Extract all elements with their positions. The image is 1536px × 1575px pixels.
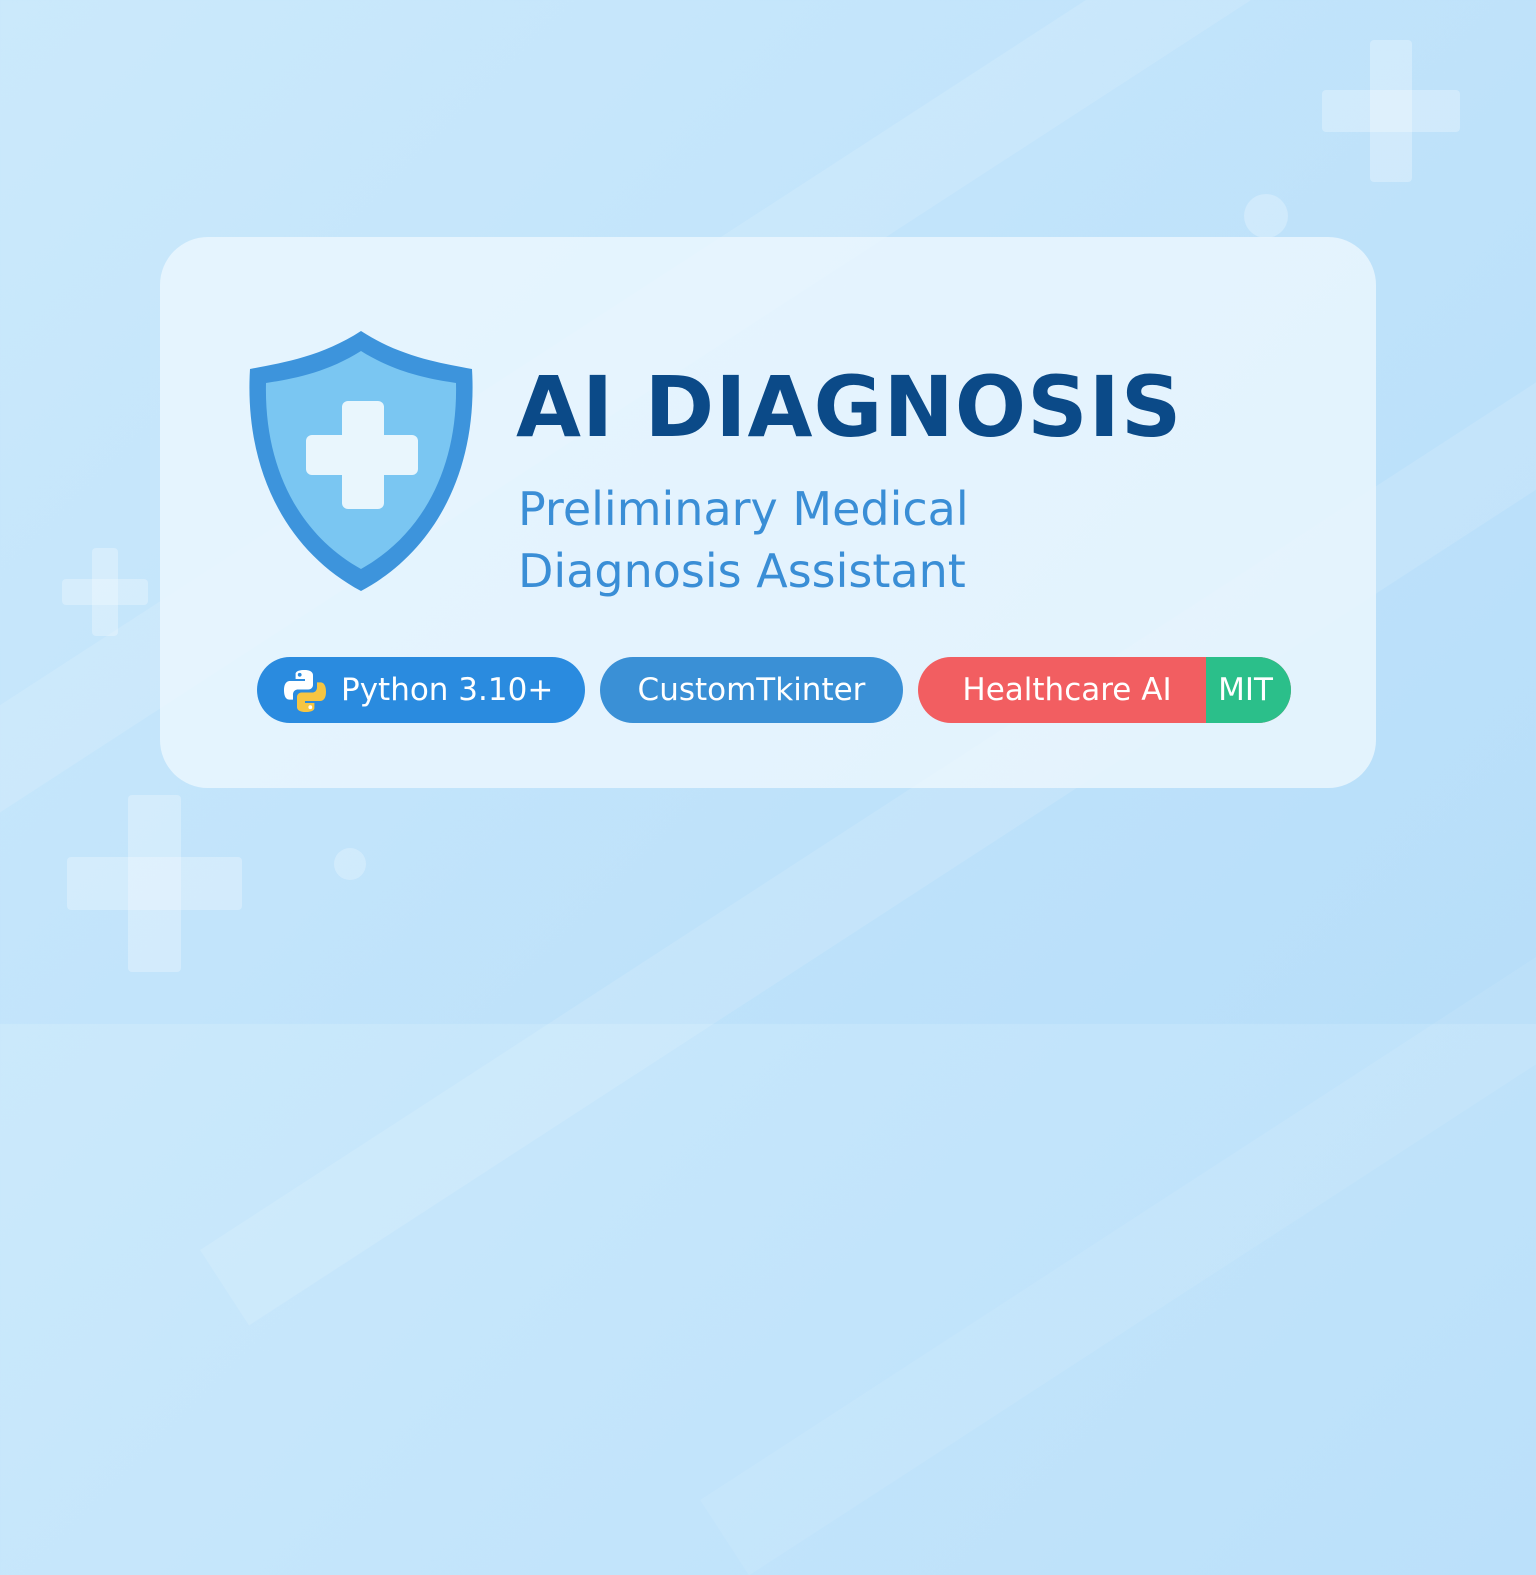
python-version-label: Python 3.10+ xyxy=(341,672,554,708)
page-title: AI DIAGNOSIS xyxy=(516,358,1183,456)
background-plus-icon xyxy=(67,795,242,972)
shield-medical-cross-icon xyxy=(249,331,473,591)
subtitle-line: Diagnosis Assistant xyxy=(518,544,966,598)
background-plus-icon xyxy=(1322,40,1460,182)
background-dot xyxy=(1244,194,1288,238)
background-dot xyxy=(334,848,366,880)
python-logo-icon xyxy=(284,670,326,712)
healthcare-license-badge: Healthcare AI MIT xyxy=(918,657,1291,723)
python-version-badge: Python 3.10+ xyxy=(257,657,585,723)
subtitle: Preliminary Medical Diagnosis Assistant xyxy=(518,478,969,602)
customtkinter-label: CustomTkinter xyxy=(637,672,866,708)
subtitle-line: Preliminary Medical xyxy=(518,482,969,536)
healthcare-ai-label: Healthcare AI xyxy=(962,672,1172,708)
background-plus-icon xyxy=(62,548,148,636)
customtkinter-badge: CustomTkinter xyxy=(600,657,903,723)
license-label: MIT xyxy=(1206,657,1291,723)
